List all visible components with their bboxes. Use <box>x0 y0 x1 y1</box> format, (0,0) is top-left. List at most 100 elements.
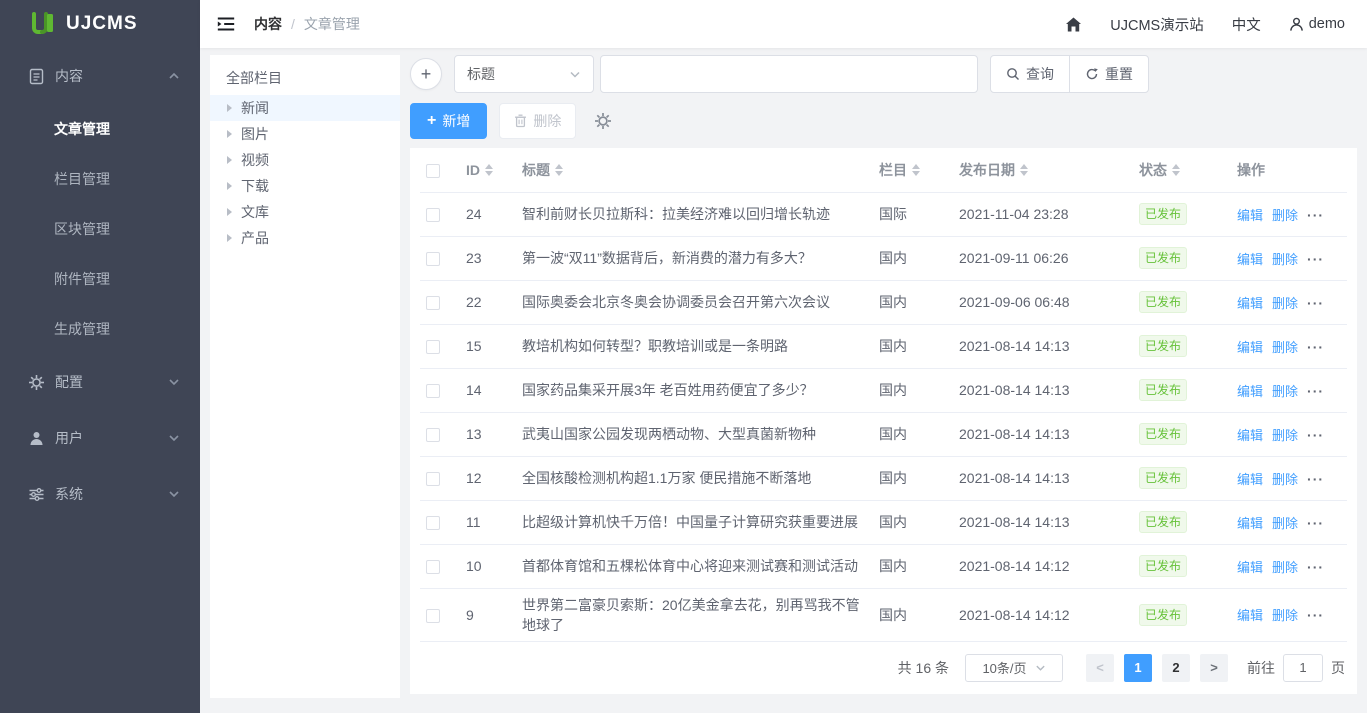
goto-page-input[interactable] <box>1283 654 1323 682</box>
delete-link[interactable]: 删除 <box>1272 560 1298 575</box>
delete-link[interactable]: 删除 <box>1272 340 1298 355</box>
delete-link[interactable]: 删除 <box>1272 428 1298 443</box>
edit-link[interactable]: 编辑 <box>1237 208 1263 223</box>
category-tree-item[interactable]: 图片 <box>210 121 400 147</box>
sidebar-group-config[interactable]: 配置 <box>0 354 200 410</box>
sidebar-submenu-item[interactable]: 附件管理 <box>0 254 200 304</box>
more-actions-button[interactable]: ··· <box>1307 251 1324 267</box>
category-tree-title[interactable]: 全部栏目 <box>210 65 400 91</box>
language-switcher[interactable]: 中文 <box>1232 14 1261 35</box>
cell-title[interactable]: 智利前财长贝拉斯科：拉美经济难以回归增长轨迹 <box>514 192 871 236</box>
category-tree-item[interactable]: 下载 <box>210 173 400 199</box>
row-checkbox[interactable] <box>426 296 440 310</box>
add-article-button[interactable]: + 新增 <box>410 103 487 139</box>
category-tree-item[interactable]: 视频 <box>210 147 400 173</box>
delete-link[interactable]: 删除 <box>1272 296 1298 311</box>
sidebar-submenu-item[interactable]: 生成管理 <box>0 304 200 354</box>
more-actions-button[interactable]: ··· <box>1307 339 1324 355</box>
cell-title[interactable]: 教培机构如何转型？职教培训或是一条明路 <box>514 324 871 368</box>
home-button[interactable] <box>1065 16 1082 33</box>
cell-title[interactable]: 首都体育馆和五棵松体育中心将迎来测试赛和测试活动 <box>514 544 871 588</box>
sort-icon[interactable] <box>1172 164 1180 176</box>
cell-title[interactable]: 全国核酸检测机构超1.1万家 便民措施不断落地 <box>514 456 871 500</box>
edit-link[interactable]: 编辑 <box>1237 516 1263 531</box>
col-header-title[interactable]: 标题 <box>522 160 550 180</box>
caret-right-icon[interactable] <box>227 208 232 216</box>
row-checkbox[interactable] <box>426 516 440 530</box>
more-actions-button[interactable]: ··· <box>1307 515 1324 531</box>
sidebar-submenu-item[interactable]: 区块管理 <box>0 204 200 254</box>
prev-page-button[interactable]: < <box>1086 654 1114 682</box>
edit-link[interactable]: 编辑 <box>1237 472 1263 487</box>
next-page-button[interactable]: > <box>1200 654 1228 682</box>
more-actions-button[interactable]: ··· <box>1307 607 1324 623</box>
page-button[interactable]: 2 <box>1162 654 1190 682</box>
sidebar-submenu-item[interactable]: 文章管理 <box>0 104 200 154</box>
sidebar-group-content[interactable]: 内容 <box>0 48 200 104</box>
col-header-channel[interactable]: 栏目 <box>879 160 907 180</box>
edit-link[interactable]: 编辑 <box>1237 340 1263 355</box>
more-actions-button[interactable]: ··· <box>1307 207 1324 223</box>
more-actions-button[interactable]: ··· <box>1307 383 1324 399</box>
search-field-select[interactable]: 标题 <box>454 55 594 93</box>
category-tree-item[interactable]: 文库 <box>210 199 400 225</box>
edit-link[interactable]: 编辑 <box>1237 428 1263 443</box>
delete-link[interactable]: 删除 <box>1272 472 1298 487</box>
edit-link[interactable]: 编辑 <box>1237 296 1263 311</box>
delete-link[interactable]: 删除 <box>1272 252 1298 267</box>
col-header-status[interactable]: 状态 <box>1139 160 1167 180</box>
page-button[interactable]: 1 <box>1124 654 1152 682</box>
cell-title[interactable]: 国家药品集采开展3年 老百姓用药便宜了多少？ <box>514 368 871 412</box>
sort-icon[interactable] <box>912 164 920 176</box>
row-checkbox[interactable] <box>426 384 440 398</box>
app-logo[interactable]: UJCMS <box>0 0 200 48</box>
row-checkbox[interactable] <box>426 472 440 486</box>
cell-title[interactable]: 武夷山国家公园发现两栖动物、大型真菌新物种 <box>514 412 871 456</box>
row-checkbox[interactable] <box>426 252 440 266</box>
cell-title[interactable]: 国际奥委会北京冬奥会协调委员会召开第六次会议 <box>514 280 871 324</box>
caret-right-icon[interactable] <box>227 130 232 138</box>
more-actions-button[interactable]: ··· <box>1307 295 1324 311</box>
sort-icon[interactable] <box>555 164 563 176</box>
row-checkbox[interactable] <box>426 560 440 574</box>
row-checkbox[interactable] <box>426 428 440 442</box>
row-checkbox[interactable] <box>426 609 440 623</box>
sidebar-group-system[interactable]: 系统 <box>0 466 200 522</box>
cell-title[interactable]: 世界第二富豪贝索斯：20亿美金拿去花，别再骂我不管地球了 <box>514 588 871 641</box>
cell-title[interactable]: 比超级计算机快千万倍！中国量子计算研究获重要进展 <box>514 500 871 544</box>
reset-button[interactable]: 重置 <box>1069 55 1149 93</box>
delete-link[interactable]: 删除 <box>1272 608 1298 623</box>
collapse-menu-button[interactable] <box>216 14 236 34</box>
breadcrumb-section[interactable]: 内容 <box>254 16 282 32</box>
select-all-checkbox[interactable] <box>426 164 440 178</box>
edit-link[interactable]: 编辑 <box>1237 608 1263 623</box>
sort-icon[interactable] <box>485 164 493 176</box>
site-name-link[interactable]: UJCMS演示站 <box>1110 14 1203 35</box>
sidebar-submenu-item[interactable]: 栏目管理 <box>0 154 200 204</box>
edit-link[interactable]: 编辑 <box>1237 252 1263 267</box>
edit-link[interactable]: 编辑 <box>1237 560 1263 575</box>
edit-link[interactable]: 编辑 <box>1237 384 1263 399</box>
delete-link[interactable]: 删除 <box>1272 208 1298 223</box>
col-header-date[interactable]: 发布日期 <box>959 160 1015 180</box>
caret-right-icon[interactable] <box>227 182 232 190</box>
delete-selected-button[interactable]: 删除 <box>499 103 576 139</box>
col-header-id[interactable]: ID <box>466 162 480 178</box>
page-size-select[interactable]: 10条/页 <box>965 654 1063 682</box>
more-actions-button[interactable]: ··· <box>1307 427 1324 443</box>
delete-link[interactable]: 删除 <box>1272 384 1298 399</box>
cell-title[interactable]: 第一波“双11”数据背后，新消费的潜力有多大？ <box>514 236 871 280</box>
query-button[interactable]: 查询 <box>990 55 1070 93</box>
sidebar-group-users[interactable]: 用户 <box>0 410 200 466</box>
more-actions-button[interactable]: ··· <box>1307 559 1324 575</box>
caret-right-icon[interactable] <box>227 104 232 112</box>
user-menu[interactable]: demo <box>1289 16 1345 32</box>
delete-link[interactable]: 删除 <box>1272 516 1298 531</box>
row-checkbox[interactable] <box>426 208 440 222</box>
column-settings-button[interactable] <box>594 112 612 130</box>
add-search-condition-button[interactable]: + <box>410 58 442 90</box>
search-input[interactable] <box>600 55 978 93</box>
more-actions-button[interactable]: ··· <box>1307 471 1324 487</box>
row-checkbox[interactable] <box>426 340 440 354</box>
category-tree-item[interactable]: 新闻 <box>210 95 400 121</box>
